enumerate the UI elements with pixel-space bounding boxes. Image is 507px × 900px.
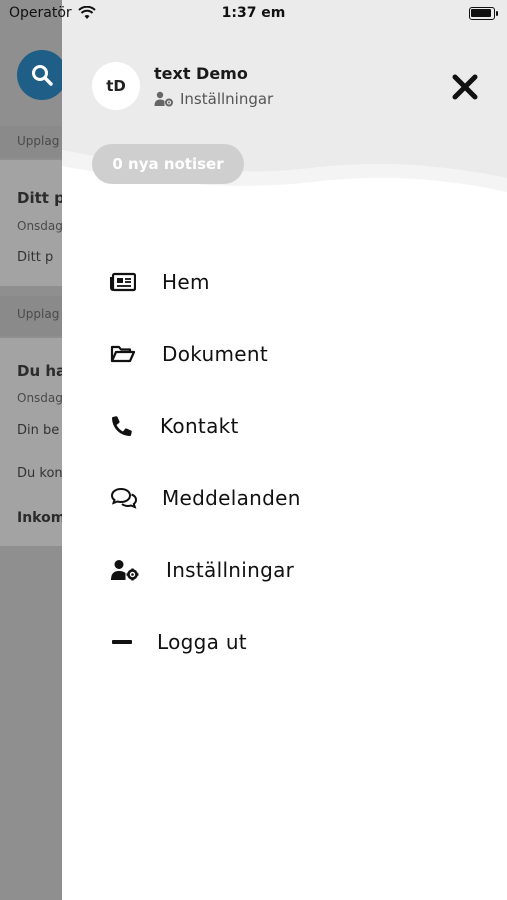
notice-date: Onsdag (17, 391, 63, 405)
newspaper-icon (110, 270, 140, 294)
chat-bubbles-icon (110, 486, 140, 510)
menu-item-label: Logga ut (157, 630, 247, 654)
menu-item-installningar[interactable]: Inställningar (110, 552, 294, 588)
notice-text: Din be (17, 423, 60, 438)
section-header-label: Upplag (17, 134, 60, 148)
menu-item-hem[interactable]: Hem (110, 264, 210, 300)
menu-item-meddelanden[interactable]: Meddelanden (110, 480, 301, 516)
menu-item-label: Meddelanden (162, 486, 301, 510)
notice-date: Onsdag (17, 219, 63, 233)
folder-open-icon (110, 342, 140, 366)
notice-text: Du kon (17, 466, 63, 481)
user-name: text Demo (154, 64, 248, 83)
battery-icon (469, 7, 498, 20)
notices-badge[interactable]: 0 nya notiser (92, 144, 244, 184)
section-header-label: Upplag (17, 307, 60, 321)
settings-link[interactable]: Inställningar (154, 90, 273, 108)
menu-item-kontakt[interactable]: Kontakt (110, 408, 239, 444)
user-gear-icon (154, 91, 173, 107)
notice-text: Inkom (17, 510, 66, 526)
menu-item-label: Inställningar (166, 558, 295, 582)
menu-item-dokument[interactable]: Dokument (110, 336, 268, 372)
menu-item-label: Hem (162, 270, 210, 294)
search-icon (32, 65, 53, 86)
status-time: 1:37 em (221, 5, 286, 21)
menu-item-label: Kontakt (160, 414, 239, 438)
minus-icon (110, 630, 140, 654)
close-icon (452, 74, 478, 100)
status-bar: Operatör 1:37 em (0, 0, 507, 28)
drawer-header: tD text Demo Inställningar 0 nya notiser (62, 0, 507, 200)
notice-text: Ditt p (17, 250, 54, 265)
search-button[interactable] (17, 50, 67, 100)
phone-icon (110, 414, 140, 438)
notice-title: Du ha (17, 362, 67, 380)
notice-title: Ditt p (17, 189, 65, 207)
navigation-drawer: tD text Demo Inställningar 0 nya notiser (62, 0, 507, 900)
menu-item-logga-ut[interactable]: Logga ut (110, 624, 247, 660)
user-gear-icon (110, 558, 140, 582)
avatar: tD (92, 62, 140, 110)
menu-item-label: Dokument (162, 342, 268, 366)
settings-link-label: Inställningar (180, 90, 274, 108)
close-button[interactable] (450, 72, 480, 102)
